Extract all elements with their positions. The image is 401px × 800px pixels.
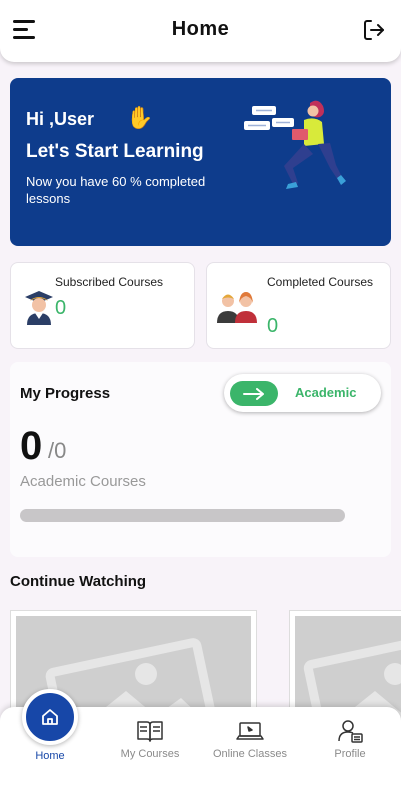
app-header: Home (0, 0, 401, 62)
nav-label: My Courses (120, 748, 180, 760)
team-icon (217, 292, 257, 323)
student-reading-illustration (244, 100, 346, 189)
greeting-text: Hi ,User (26, 109, 95, 129)
page-title: Home (171, 18, 230, 40)
bottom-navigation: Home My Courses Online Classes Profile (0, 689, 401, 800)
toggle-label: Academic (295, 385, 357, 400)
laptop-icon (236, 722, 264, 740)
my-progress-card: My Progress Academic 0 /0 Academic Cours… (10, 362, 391, 557)
stat-value: 0 (55, 297, 67, 319)
progress-title: My Progress (20, 385, 111, 402)
home-icon[interactable] (22, 689, 78, 745)
subscribed-courses-card[interactable]: Subscribed Courses 0 (10, 262, 195, 349)
nav-profile[interactable]: Profile (300, 707, 400, 800)
graduate-icon (25, 291, 53, 325)
nav-online-classes[interactable]: Online Classes (200, 707, 300, 800)
wave-icon: ✋ (126, 105, 154, 130)
arrow-right-icon (243, 388, 264, 400)
nav-label: Profile (334, 748, 366, 760)
toggle-switch[interactable] (230, 381, 278, 406)
progress-caption: Academic Courses (20, 473, 146, 490)
nav-home[interactable]: Home (0, 689, 100, 800)
hero-headline: Let's Start Learning (26, 141, 204, 162)
profile-icon (338, 720, 363, 743)
progress-bar (20, 509, 345, 522)
stat-value: 0 (267, 315, 279, 337)
nav-my-courses[interactable]: My Courses (100, 707, 200, 800)
nav-label: Online Classes (213, 748, 287, 760)
completed-courses-card[interactable]: Completed Courses 0 (206, 262, 391, 349)
academic-toggle[interactable]: Academic (224, 374, 381, 412)
nav-label: Home (35, 750, 65, 762)
continue-watching-title: Continue Watching (10, 573, 147, 590)
welcome-banner: Hi ,User ✋ Let's Start Learning Now you … (10, 78, 391, 246)
stat-label: Completed Courses (267, 275, 374, 289)
progress-total: /0 (48, 438, 67, 463)
stat-label: Subscribed Courses (55, 275, 164, 289)
progress-count: 0 (20, 424, 43, 468)
book-icon (137, 721, 163, 742)
hero-subtitle: Now you have 60 % completed lessons (26, 174, 206, 206)
logout-icon[interactable] (362, 18, 386, 42)
